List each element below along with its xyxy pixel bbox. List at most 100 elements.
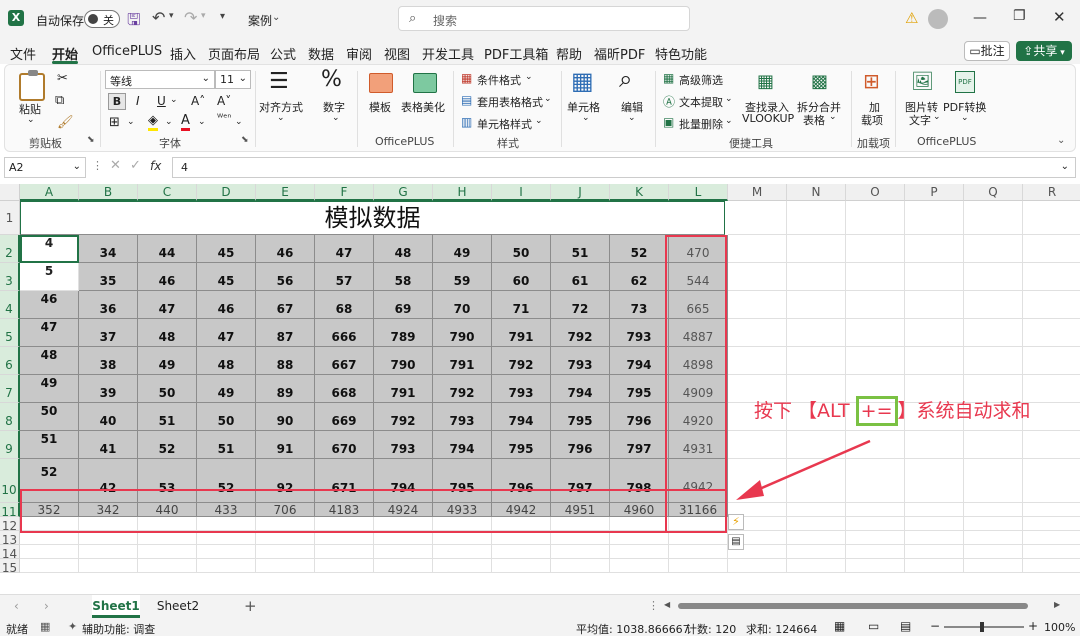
cell[interactable] xyxy=(787,201,846,235)
format-painter-icon[interactable]: 🖌 xyxy=(57,115,74,130)
row-sum-cell[interactable]: 4909 xyxy=(669,375,728,403)
font-color-icon[interactable]: A xyxy=(181,113,190,131)
cell[interactable] xyxy=(374,559,433,573)
template-label[interactable]: 模板 xyxy=(369,99,391,115)
cell[interactable] xyxy=(256,545,315,559)
data-cell[interactable]: 62 xyxy=(610,263,669,291)
data-cell[interactable]: 51 xyxy=(20,431,79,459)
cell[interactable] xyxy=(964,347,1023,375)
data-cell[interactable]: 91 xyxy=(256,431,315,459)
cell[interactable] xyxy=(610,531,669,545)
beautify-label[interactable]: 表格美化 xyxy=(401,99,445,115)
avatar[interactable] xyxy=(928,9,948,29)
cell[interactable] xyxy=(256,517,315,531)
cell[interactable] xyxy=(728,201,787,235)
column-header-n[interactable]: N xyxy=(787,184,846,201)
row-header-4[interactable]: 4 xyxy=(0,291,20,319)
accessibility-icon[interactable]: ✦ xyxy=(68,620,77,633)
cell[interactable] xyxy=(79,559,138,573)
border-icon[interactable]: ⊞ xyxy=(109,115,120,130)
alignment-dropdown-icon[interactable]: ⌄ xyxy=(277,113,285,123)
cell[interactable] xyxy=(79,517,138,531)
column-sum-cell[interactable]: 4951 xyxy=(551,503,610,517)
italic-icon[interactable]: I xyxy=(136,94,140,108)
image-to-text-label-2[interactable]: 文字 xyxy=(909,112,931,128)
column-sum-cell[interactable]: 4933 xyxy=(433,503,492,517)
fill-color-icon[interactable]: ◈ xyxy=(148,113,158,131)
cell[interactable] xyxy=(492,559,551,573)
vlookup-label-2[interactable]: VLOOKUP xyxy=(742,112,794,125)
cell[interactable] xyxy=(433,517,492,531)
cell[interactable] xyxy=(669,545,728,559)
font-name-select[interactable]: 等线 ⌄ xyxy=(105,70,215,89)
data-cell[interactable]: 36 xyxy=(79,291,138,319)
cell[interactable] xyxy=(1023,403,1080,431)
data-cell[interactable]: 68 xyxy=(315,291,374,319)
row-sum-cell[interactable]: 4898 xyxy=(669,347,728,375)
data-cell[interactable]: 797 xyxy=(610,431,669,459)
zoom-out-icon[interactable]: − xyxy=(930,619,940,633)
cell-style-label[interactable]: 单元格样式 xyxy=(477,116,532,132)
cell[interactable] xyxy=(610,559,669,573)
cell[interactable] xyxy=(1023,291,1080,319)
data-cell[interactable]: 49 xyxy=(20,375,79,403)
cell[interactable] xyxy=(728,291,787,319)
data-cell[interactable]: 51 xyxy=(551,235,610,263)
row-sum-cell[interactable]: 4887 xyxy=(669,319,728,347)
data-cell[interactable]: 57 xyxy=(315,263,374,291)
undo-dropdown-icon[interactable]: ▾ xyxy=(169,11,174,21)
customize-qat-icon[interactable]: ▾ xyxy=(220,11,225,22)
data-cell[interactable]: 42 xyxy=(79,459,138,503)
cell[interactable] xyxy=(138,559,197,573)
minimize-icon[interactable]: — xyxy=(973,10,987,26)
image-to-text-dropdown-icon[interactable]: ⌄ xyxy=(933,112,941,122)
alignment-icon[interactable]: ☰ xyxy=(269,69,289,94)
paste-icon[interactable] xyxy=(19,70,45,101)
text-extract-label[interactable]: 文本提取 xyxy=(679,94,723,110)
cell[interactable] xyxy=(728,263,787,291)
column-header-c[interactable]: C xyxy=(138,184,197,201)
cell[interactable] xyxy=(433,559,492,573)
tab-scroll-right-icon[interactable]: › xyxy=(44,599,49,613)
data-cell[interactable]: 792 xyxy=(492,347,551,375)
data-cell[interactable]: 70 xyxy=(433,291,492,319)
phonetic-icon[interactable]: ᵂᵉⁿ xyxy=(217,113,231,124)
column-header-m[interactable]: M xyxy=(728,184,787,201)
cell[interactable] xyxy=(315,531,374,545)
zoom-in-icon[interactable]: + xyxy=(1028,619,1038,633)
cell[interactable] xyxy=(787,235,846,263)
cell[interactable] xyxy=(20,517,79,531)
edit-dropdown-icon[interactable]: ⌄ xyxy=(628,113,636,123)
cell[interactable] xyxy=(610,545,669,559)
redo-icon[interactable]: ↷ xyxy=(184,8,197,27)
save-icon[interactable]: 🖫 xyxy=(127,9,141,36)
image-to-text-icon[interactable]: 🖼 xyxy=(911,71,934,92)
column-sum-cell[interactable]: 440 xyxy=(138,503,197,517)
data-cell[interactable]: 48 xyxy=(374,235,433,263)
cell[interactable] xyxy=(20,559,79,573)
status-accessibility[interactable]: 辅助功能: 调查 xyxy=(82,621,155,637)
cut-icon[interactable]: ✂ xyxy=(57,71,68,86)
autosave-toggle[interactable]: 关 xyxy=(84,10,120,28)
row-header-11[interactable]: 11 xyxy=(0,503,20,519)
data-cell[interactable]: 51 xyxy=(138,403,197,431)
data-cell[interactable]: 793 xyxy=(551,347,610,375)
cell[interactable] xyxy=(846,531,905,545)
cell[interactable] xyxy=(492,517,551,531)
cell[interactable] xyxy=(197,559,256,573)
data-cell[interactable]: 795 xyxy=(433,459,492,503)
data-cell[interactable]: 666 xyxy=(315,319,374,347)
row-sum-cell[interactable]: 544 xyxy=(669,263,728,291)
data-cell[interactable]: 46 xyxy=(256,235,315,263)
formula-input[interactable]: 4 ⌄ xyxy=(172,157,1076,178)
cell[interactable] xyxy=(846,291,905,319)
batch-delete-icon[interactable]: ▣ xyxy=(663,115,674,129)
cell[interactable] xyxy=(787,319,846,347)
column-sum-cell[interactable]: 342 xyxy=(79,503,138,517)
increase-font-icon[interactable]: A˄ xyxy=(191,94,205,108)
row-header-7[interactable]: 7 xyxy=(0,375,20,403)
template-icon[interactable] xyxy=(369,73,393,93)
cell[interactable] xyxy=(433,545,492,559)
data-cell[interactable]: 794 xyxy=(610,347,669,375)
cell[interactable] xyxy=(846,517,905,531)
